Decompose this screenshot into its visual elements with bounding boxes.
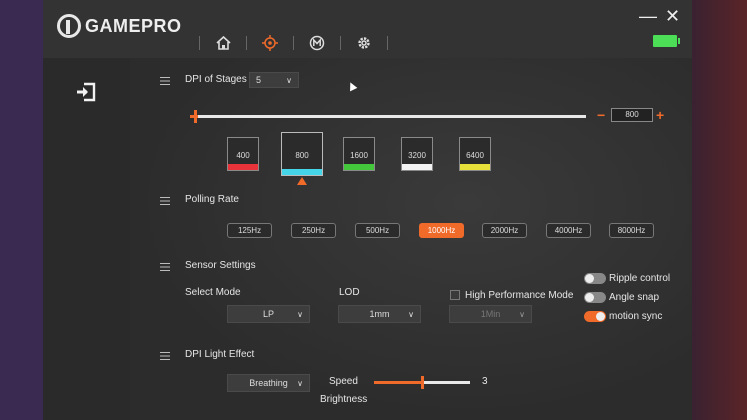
macro-m-icon[interactable] bbox=[308, 34, 326, 52]
dpi-stage-value: 6400 bbox=[466, 151, 484, 160]
list-icon bbox=[160, 77, 170, 85]
speed-slider-fill bbox=[374, 381, 422, 384]
dpi-stages-count-select[interactable]: 5 ∨ bbox=[249, 72, 299, 88]
dpi-slider-track[interactable] bbox=[190, 115, 586, 118]
angle-snap-toggle[interactable] bbox=[584, 292, 606, 303]
speed-slider-thumb[interactable] bbox=[421, 376, 424, 389]
dpi-decrease-button[interactable]: − bbox=[597, 108, 605, 122]
speed-label: Speed bbox=[329, 376, 358, 387]
ripple-control-toggle[interactable] bbox=[584, 273, 606, 284]
minimize-button[interactable]: — bbox=[639, 6, 657, 27]
chevron-down-icon: ∨ bbox=[408, 310, 414, 319]
speed-value: 3 bbox=[482, 376, 488, 387]
dpi-stages-count-value: 5 bbox=[256, 75, 262, 85]
polling-rate-8000hz-button[interactable]: 8000Hz bbox=[609, 223, 654, 238]
dpi-stages-label: DPI of Stages bbox=[185, 74, 247, 85]
dpi-stage-3[interactable]: 1600 bbox=[343, 137, 375, 171]
high-performance-dropdown[interactable]: 1Min ∨ bbox=[449, 305, 532, 323]
mouse-cursor-icon bbox=[346, 80, 358, 92]
main-nav bbox=[185, 34, 402, 52]
dpi-stage-color bbox=[402, 164, 432, 170]
dpi-increase-button[interactable]: + bbox=[656, 108, 664, 122]
high-performance-label: High Performance Mode bbox=[465, 290, 574, 301]
light-effect-value: Breathing bbox=[249, 378, 288, 388]
polling-rate-1000hz-button[interactable]: 1000Hz bbox=[419, 223, 464, 238]
dpi-stage-value: 400 bbox=[236, 151, 250, 160]
settings-gear-icon[interactable] bbox=[355, 34, 373, 52]
brand-mark-icon bbox=[57, 14, 81, 38]
dpi-stage-color bbox=[344, 164, 374, 170]
toggle-knob bbox=[585, 293, 594, 302]
sidebar bbox=[43, 58, 130, 420]
nav-divider bbox=[387, 36, 388, 50]
dpi-value-input[interactable]: 800 bbox=[611, 108, 653, 122]
dpi-stage-color bbox=[460, 164, 490, 170]
list-icon bbox=[160, 263, 170, 271]
chevron-down-icon: ∨ bbox=[286, 76, 292, 85]
angle-snap-label: Angle snap bbox=[609, 292, 660, 303]
main-panel: DPI of Stages 5 ∨ − 800 + 400 800 1600 3… bbox=[130, 58, 692, 420]
dpi-stage-value: 800 bbox=[295, 151, 309, 160]
brightness-label: Brightness bbox=[320, 394, 368, 405]
high-performance-value: 1Min bbox=[480, 309, 501, 319]
sensor-settings-label: Sensor Settings bbox=[185, 260, 256, 271]
home-icon[interactable] bbox=[214, 34, 232, 52]
toggle-knob bbox=[596, 312, 605, 321]
select-mode-dropdown[interactable]: LP ∨ bbox=[227, 305, 310, 323]
lod-label: LOD bbox=[339, 287, 360, 298]
selected-stage-indicator-icon bbox=[297, 177, 307, 185]
dpi-crosshair-icon[interactable] bbox=[261, 34, 279, 52]
dpi-slider-thumb[interactable] bbox=[194, 110, 197, 123]
dpi-stage-value: 1600 bbox=[350, 151, 368, 160]
chevron-down-icon: ∨ bbox=[297, 379, 303, 388]
polling-rate-250hz-button[interactable]: 250Hz bbox=[291, 223, 336, 238]
select-mode-label: Select Mode bbox=[185, 287, 241, 298]
dpi-stage-color bbox=[228, 164, 258, 170]
chevron-down-icon: ∨ bbox=[297, 310, 303, 319]
nav-divider bbox=[199, 36, 200, 50]
motion-sync-toggle[interactable] bbox=[584, 311, 606, 322]
list-icon bbox=[160, 197, 170, 205]
nav-divider bbox=[246, 36, 247, 50]
toggle-knob bbox=[585, 274, 594, 283]
dpi-light-effect-label: DPI Light Effect bbox=[185, 349, 255, 360]
nav-divider bbox=[340, 36, 341, 50]
exit-icon[interactable] bbox=[75, 81, 97, 103]
polling-rate-label: Polling Rate bbox=[185, 194, 239, 205]
ripple-control-label: Ripple control bbox=[609, 273, 671, 284]
dpi-stage-2[interactable]: 800 bbox=[281, 132, 323, 176]
select-mode-value: LP bbox=[262, 309, 274, 319]
app-window: GAMEPRO — ✕ DPI of Stages 5 ∨ − 800 + 40… bbox=[43, 0, 692, 420]
polling-rate-500hz-button[interactable]: 500Hz bbox=[355, 223, 400, 238]
brand-logo: GAMEPRO bbox=[57, 14, 182, 38]
polling-rate-125hz-button[interactable]: 125Hz bbox=[227, 223, 272, 238]
dpi-stage-value: 3200 bbox=[408, 151, 426, 160]
high-performance-checkbox[interactable] bbox=[450, 290, 460, 300]
list-icon bbox=[160, 352, 170, 360]
lod-dropdown[interactable]: 1mm ∨ bbox=[338, 305, 421, 323]
motion-sync-label: motion sync bbox=[609, 311, 663, 322]
header: GAMEPRO — ✕ bbox=[43, 0, 692, 58]
nav-divider bbox=[293, 36, 294, 50]
close-button[interactable]: ✕ bbox=[665, 6, 680, 27]
polling-rate-4000hz-button[interactable]: 4000Hz bbox=[546, 223, 591, 238]
dpi-stage-4[interactable]: 3200 bbox=[401, 137, 433, 171]
lod-value: 1mm bbox=[369, 309, 390, 319]
light-effect-dropdown[interactable]: Breathing ∨ bbox=[227, 374, 310, 392]
dpi-stage-1[interactable]: 400 bbox=[227, 137, 259, 171]
battery-icon bbox=[653, 35, 680, 47]
polling-rate-2000hz-button[interactable]: 2000Hz bbox=[482, 223, 527, 238]
dpi-stage-5[interactable]: 6400 bbox=[459, 137, 491, 171]
dpi-stage-color bbox=[282, 169, 322, 175]
chevron-down-icon: ∨ bbox=[519, 310, 525, 319]
brand-name: GAMEPRO bbox=[85, 15, 182, 36]
